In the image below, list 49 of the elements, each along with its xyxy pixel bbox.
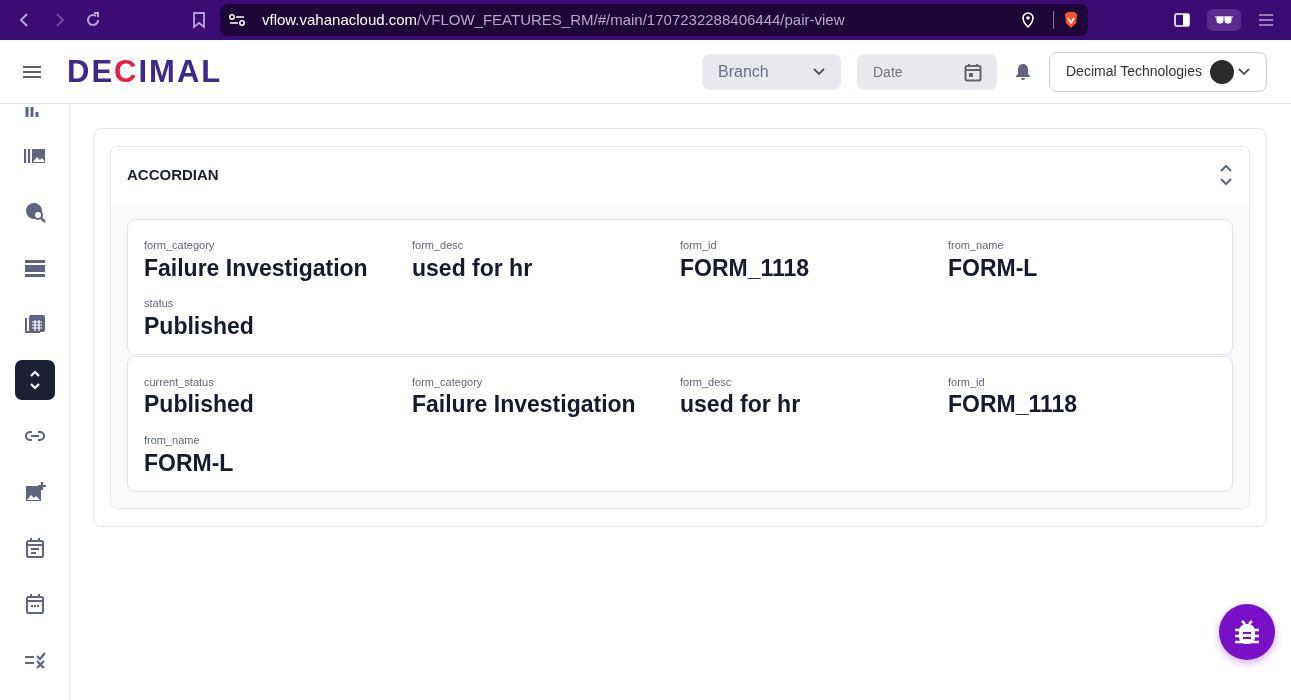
field-label: form_id	[948, 374, 986, 390]
sidebar-toggle-icon[interactable]	[1173, 11, 1191, 29]
branch-dropdown[interactable]: Branch	[702, 53, 841, 90]
chevrons-up-down-icon[interactable]	[1219, 164, 1233, 186]
bug-icon	[1234, 618, 1260, 646]
field-label: from_name	[144, 433, 201, 449]
field-value: FORM_1118	[680, 253, 811, 283]
menu-icon[interactable]	[1257, 11, 1275, 29]
account-dropdown[interactable]: Decimal Technologies	[1049, 51, 1267, 92]
globe-search-icon	[23, 201, 46, 223]
event-note-icon	[23, 537, 46, 559]
site-settings-icon[interactable]	[228, 11, 246, 29]
sidebar-item[interactable]	[14, 360, 55, 400]
calendar-icon	[23, 593, 46, 615]
field-label: form_desc	[412, 238, 465, 253]
field-value: used for hr	[680, 390, 802, 420]
field-label: form_id	[680, 238, 718, 253]
field-value: Failure Investigation	[412, 390, 637, 420]
field-value: FORM-L	[144, 448, 235, 478]
field-value: used for hr	[412, 253, 534, 283]
field-label: status	[144, 296, 175, 312]
caret-icon	[813, 67, 825, 76]
notification-bell-icon[interactable]	[1015, 62, 1031, 81]
incognito-glasses-icon[interactable]	[1207, 9, 1241, 31]
field-value: Failure Investigation	[144, 253, 369, 283]
lion-shield-icon[interactable]	[1062, 11, 1080, 29]
field-label: from_name	[948, 238, 1005, 253]
field-value: FORM_1118	[948, 390, 1079, 420]
calculator-stack-icon	[23, 313, 46, 335]
bookmark-icon[interactable]	[190, 11, 208, 29]
location-pin-icon[interactable]	[1019, 11, 1037, 29]
field-label: form_desc	[680, 374, 733, 390]
field-label: form_category	[412, 374, 484, 390]
field-value: FORM-L	[948, 253, 1039, 283]
bug-report-button[interactable]	[1219, 604, 1275, 660]
storage-rows-icon	[23, 257, 46, 279]
field-label: current_status	[144, 374, 215, 390]
field-value: Published	[144, 390, 255, 420]
avatar	[1209, 59, 1234, 84]
menu-icon[interactable]	[23, 64, 41, 79]
field-label: form_category	[144, 238, 216, 253]
accordion-title: ACCORDIAN	[127, 164, 219, 185]
caret-icon	[1238, 67, 1250, 76]
field-value: Published	[144, 311, 255, 341]
date-field[interactable]: Date	[857, 53, 997, 90]
decimal-logo: DECIMAL	[67, 56, 223, 87]
reload-icon[interactable]	[84, 11, 102, 29]
add-image-icon	[23, 481, 46, 503]
calendar-icon[interactable]	[964, 62, 982, 82]
